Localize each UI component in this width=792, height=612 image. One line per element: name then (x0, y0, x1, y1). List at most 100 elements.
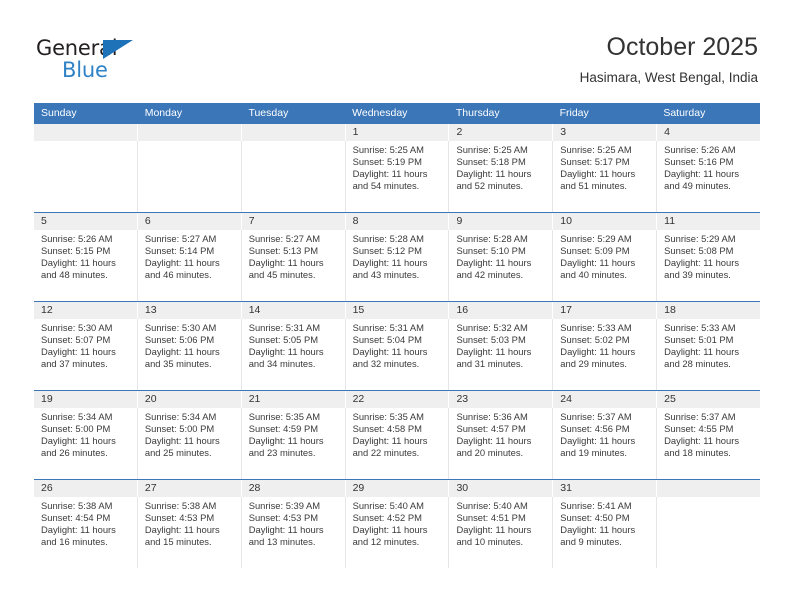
day-number[interactable]: 21 (240, 391, 345, 408)
day-detail-line: and 48 minutes. (41, 269, 108, 281)
day-cell[interactable]: Sunrise: 5:31 AM Sunset: 5:05 PM Daylight:… (240, 319, 345, 390)
day-number[interactable]: 4 (656, 124, 760, 141)
day-cell[interactable]: Sunrise: 5:37 AM Sunset: 4:56 PM Daylight:… (552, 408, 656, 479)
day-detail-line: and 12 minutes. (352, 536, 420, 548)
day-detail-line: Sunrise: 5:27 AM (248, 233, 321, 244)
day-number[interactable]: 17 (552, 302, 656, 319)
day-detail-line: and 22 minutes. (352, 447, 420, 459)
general-blue-logo[interactable]: General Blue (36, 36, 166, 84)
day-number[interactable]: 6 (136, 213, 241, 230)
day-detail-line: Daylight: 11 hours (144, 524, 220, 536)
day-number[interactable]: 28 (240, 480, 345, 497)
day-cell-empty (136, 141, 241, 212)
day-cell[interactable]: Sunrise: 5:32 AM Sunset: 5:03 PM Daylight:… (448, 319, 552, 390)
calendar-page: General Blue October 2025 Hasimara, West… (0, 0, 792, 612)
day-detail-line: Sunset: 5:07 PM (41, 334, 111, 346)
day-number[interactable]: 18 (656, 302, 760, 319)
day-cell[interactable]: Sunrise: 5:26 AM Sunset: 5:15 PM Daylight:… (34, 230, 137, 301)
weekday-header-wednesday: Wednesday (352, 107, 408, 119)
day-number[interactable]: 25 (656, 391, 760, 408)
day-detail-line: Sunset: 4:58 PM (352, 423, 422, 435)
day-number[interactable]: 22 (344, 391, 449, 408)
day-cell[interactable]: Sunrise: 5:33 AM Sunset: 5:01 PM Daylight:… (656, 319, 760, 390)
day-detail-band: Sunrise: 5:26 AM Sunset: 5:15 PM Daylight:… (34, 230, 760, 301)
day-number[interactable]: 8 (344, 213, 449, 230)
day-cell[interactable]: Sunrise: 5:40 AM Sunset: 4:52 PM Daylight:… (344, 497, 449, 568)
day-detail-band: Sunrise: 5:34 AM Sunset: 5:00 PM Daylight:… (34, 408, 760, 479)
day-cell[interactable]: Sunrise: 5:25 AM Sunset: 5:18 PM Daylight:… (448, 141, 552, 212)
day-cell[interactable]: Sunrise: 5:34 AM Sunset: 5:00 PM Daylight:… (34, 408, 137, 479)
day-cell[interactable]: Sunrise: 5:28 AM Sunset: 5:12 PM Daylight:… (344, 230, 449, 301)
day-number[interactable]: 26 (34, 480, 137, 497)
day-detail-line: Sunrise: 5:25 AM (456, 144, 528, 155)
day-cell[interactable]: Sunrise: 5:25 AM Sunset: 5:17 PM Daylight:… (552, 141, 656, 212)
day-detail-line: Sunset: 5:02 PM (560, 334, 630, 346)
day-number[interactable]: 27 (136, 480, 241, 497)
day-cell[interactable]: Sunrise: 5:26 AM Sunset: 5:16 PM Daylight:… (656, 141, 760, 212)
day-number[interactable]: 31 (552, 480, 656, 497)
day-detail-line: Daylight: 11 hours (664, 435, 740, 447)
day-detail-line: Daylight: 11 hours (248, 346, 324, 358)
day-cell[interactable]: Sunrise: 5:37 AM Sunset: 4:55 PM Daylight:… (656, 408, 760, 479)
day-cell-empty (240, 141, 345, 212)
day-number[interactable]: 2 (448, 124, 552, 141)
day-cell[interactable]: Sunrise: 5:25 AM Sunset: 5:19 PM Daylight:… (344, 141, 449, 212)
day-number[interactable]: 10 (552, 213, 656, 230)
day-number[interactable]: 16 (448, 302, 552, 319)
day-detail-line: and 23 minutes. (248, 447, 316, 459)
day-detail-line: Sunrise: 5:27 AM (144, 233, 217, 244)
day-number[interactable]: 13 (136, 302, 241, 319)
day-detail-line: Sunrise: 5:31 AM (352, 322, 424, 333)
day-detail-line: Sunset: 4:59 PM (248, 423, 319, 435)
day-detail-line: and 52 minutes. (456, 180, 524, 192)
day-cell[interactable]: Sunrise: 5:30 AM Sunset: 5:07 PM Daylight:… (34, 319, 137, 390)
day-number[interactable]: 29 (344, 480, 449, 497)
day-cell[interactable]: Sunrise: 5:35 AM Sunset: 4:58 PM Daylight:… (344, 408, 449, 479)
day-cell[interactable]: Sunrise: 5:41 AM Sunset: 4:50 PM Daylight:… (552, 497, 656, 568)
day-number[interactable]: 19 (34, 391, 137, 408)
page-header: General Blue October 2025 Hasimara, West… (0, 0, 792, 103)
day-number[interactable]: 20 (136, 391, 241, 408)
day-cell[interactable]: Sunrise: 5:38 AM Sunset: 4:54 PM Daylight:… (34, 497, 137, 568)
day-cell[interactable]: Sunrise: 5:34 AM Sunset: 5:00 PM Daylight:… (136, 408, 241, 479)
day-detail-line: and 37 minutes. (41, 358, 108, 370)
day-number[interactable]: 15 (344, 302, 449, 319)
day-detail-line: Sunrise: 5:26 AM (41, 233, 113, 244)
day-number[interactable]: 1 (344, 124, 449, 141)
day-detail-line: Sunset: 5:00 PM (41, 423, 111, 435)
day-number[interactable]: 23 (448, 391, 552, 408)
day-number[interactable]: 5 (34, 213, 137, 230)
day-cell[interactable]: Sunrise: 5:40 AM Sunset: 4:51 PM Daylight:… (448, 497, 552, 568)
day-detail-line: and 40 minutes. (560, 269, 628, 281)
day-detail-line: Sunrise: 5:40 AM (352, 500, 424, 511)
day-number[interactable]: 14 (240, 302, 345, 319)
day-number[interactable]: 12 (34, 302, 137, 319)
day-cell[interactable]: Sunrise: 5:33 AM Sunset: 5:02 PM Daylight:… (552, 319, 656, 390)
logo-triangle-icon (103, 40, 133, 59)
day-detail-line: and 9 minutes. (560, 536, 622, 548)
day-cell[interactable]: Sunrise: 5:29 AM Sunset: 5:08 PM Daylight:… (656, 230, 760, 301)
day-detail-line: and 20 minutes. (456, 447, 524, 459)
day-detail-line: Daylight: 11 hours (248, 257, 324, 269)
day-detail-line: Daylight: 11 hours (664, 346, 740, 358)
day-number[interactable]: 7 (240, 213, 345, 230)
day-detail-line: Sunrise: 5:30 AM (144, 322, 217, 333)
day-number[interactable]: 3 (552, 124, 656, 141)
day-cell[interactable]: Sunrise: 5:38 AM Sunset: 4:53 PM Daylight:… (136, 497, 241, 568)
day-cell[interactable]: Sunrise: 5:31 AM Sunset: 5:04 PM Daylight:… (344, 319, 449, 390)
day-number[interactable]: 24 (552, 391, 656, 408)
day-number[interactable]: 9 (448, 213, 552, 230)
day-cell[interactable]: Sunrise: 5:35 AM Sunset: 4:59 PM Daylight:… (240, 408, 345, 479)
day-cell[interactable]: Sunrise: 5:28 AM Sunset: 5:10 PM Daylight:… (448, 230, 552, 301)
day-cell[interactable]: Sunrise: 5:39 AM Sunset: 4:53 PM Daylight:… (240, 497, 345, 568)
day-detail-line: Sunset: 5:08 PM (664, 245, 734, 257)
day-number[interactable]: 30 (448, 480, 552, 497)
day-cell[interactable]: Sunrise: 5:27 AM Sunset: 5:13 PM Daylight:… (240, 230, 345, 301)
day-detail-line: Daylight: 11 hours (41, 524, 116, 536)
day-cell[interactable]: Sunrise: 5:27 AM Sunset: 5:14 PM Daylight:… (136, 230, 241, 301)
day-number[interactable]: 11 (656, 213, 760, 230)
day-cell[interactable]: Sunrise: 5:29 AM Sunset: 5:09 PM Daylight:… (552, 230, 656, 301)
weekday-header-sunday: Sunday (41, 107, 77, 119)
day-cell[interactable]: Sunrise: 5:36 AM Sunset: 4:57 PM Daylight:… (448, 408, 552, 479)
day-cell[interactable]: Sunrise: 5:30 AM Sunset: 5:06 PM Daylight:… (136, 319, 241, 390)
